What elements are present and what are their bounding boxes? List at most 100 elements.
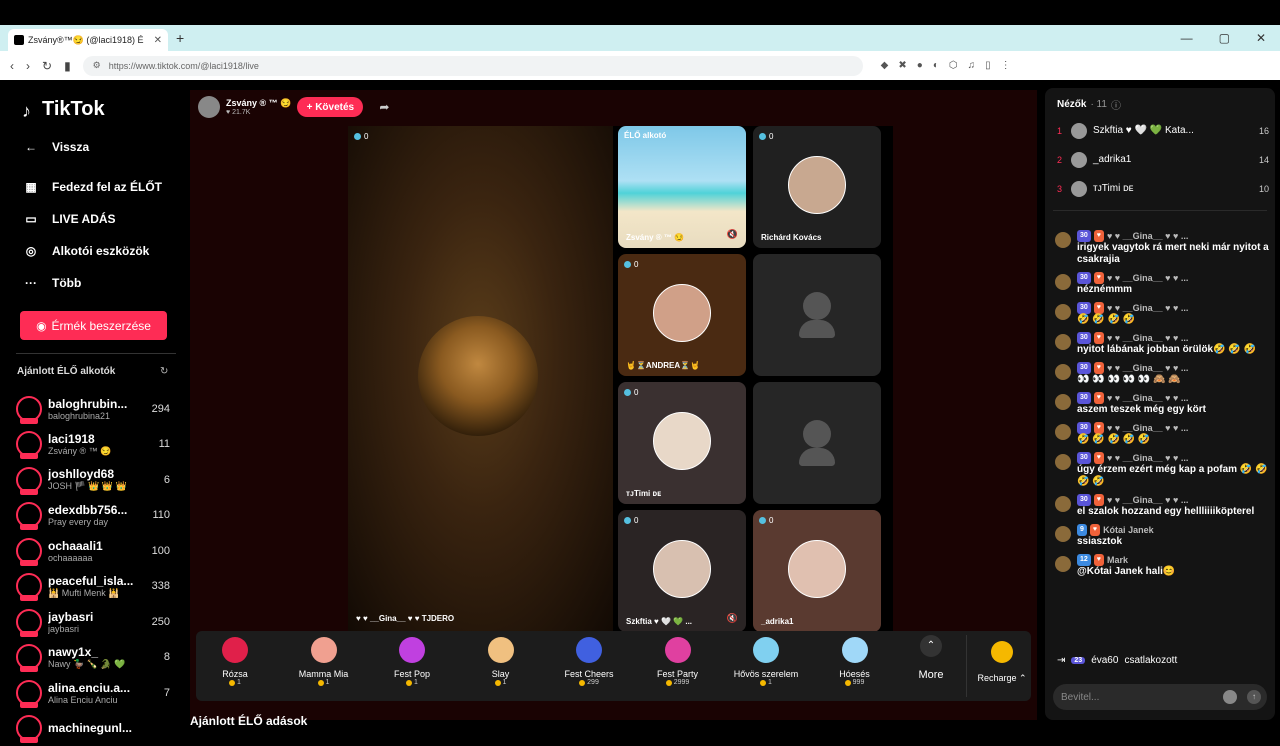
site-info-icon[interactable]: ⚙ [93,60,101,71]
guest-tile[interactable]: 0 Richárd Kovács [753,126,881,248]
username[interactable]: ♥ ♥ __Gina__ ♥ ♥ ... [1107,422,1188,434]
extension-icon[interactable]: ● [917,60,923,71]
share-icon[interactable]: ➦ [379,100,389,114]
viewer-count: 338 [152,580,170,592]
user-avatar[interactable] [1055,274,1071,290]
gift-icon [576,637,602,663]
creator-item[interactable]: peaceful_isla... 🕌 Mufti Menk 🕌 338 [16,569,176,605]
creator-item[interactable]: baloghrubin... baloghrubina21 294 [16,391,176,427]
user-avatar[interactable] [1055,304,1071,320]
forward-icon[interactable]: › [26,59,30,73]
user-avatar[interactable] [1055,334,1071,350]
guest-tile[interactable]: 0 Szkftia ♥ 🤍 💚 ... 🔇 [618,510,746,632]
address-bar[interactable]: ⚙ https://www.tiktok.com/@laci1918/live [83,56,863,76]
username[interactable]: ♥ ♥ __Gina__ ♥ ♥ ... [1107,494,1188,506]
gift-name: Rózsa [196,669,274,679]
guest-tile-host[interactable]: ÉLŐ alkotó Zsvány ® ™ 😏 🔇 [618,126,746,248]
user-avatar[interactable] [1055,526,1071,542]
minimize-icon[interactable]: — [1181,31,1193,45]
joined-user[interactable]: éva60 [1091,655,1118,666]
empty-guest-slot[interactable] [753,254,881,376]
main-guest-tile[interactable]: 0 ♥ ♥ __Gina__ ♥ ♥ TJDERO [348,126,613,631]
user-avatar[interactable] [1055,394,1071,410]
tiktok-logo[interactable]: ♪ TikTok [22,98,105,121]
close-tab-icon[interactable]: ✕ [154,35,162,46]
person-placeholder-body [799,320,835,338]
info-icon[interactable]: ⓘ [1111,97,1121,112]
chat-input[interactable]: Bevitel... ↑ [1053,684,1267,710]
bookmark-icon[interactable]: ▮ [64,59,71,73]
menu-icon[interactable]: ⋮ [1001,60,1011,71]
username[interactable]: ♥ ♥ __Gina__ ♥ ♥ ... [1107,272,1188,284]
username[interactable]: Mark [1107,554,1128,566]
refresh-icon[interactable]: ↻ [160,366,168,377]
user-avatar[interactable] [1055,424,1071,440]
user-avatar[interactable] [1055,454,1071,470]
user-avatar[interactable] [1055,232,1071,248]
extension-icon[interactable]: ✖ [898,60,906,71]
gift-price-value: 1 [503,679,507,686]
user-avatar[interactable] [1055,556,1071,572]
back-icon[interactable]: ‹ [10,59,14,73]
user-avatar[interactable] [1055,496,1071,512]
send-icon[interactable]: ↑ [1247,690,1261,704]
sidebar-icon[interactable]: ▯ [985,60,991,71]
gift-item[interactable]: Hóesés 999 [816,637,894,686]
creator-item[interactable]: alina.enciu.a... Alina Enciu Anciu 7 [16,675,176,711]
nav-explore-live[interactable]: ▦ Fedezd fel az ÉLŐT [22,171,162,203]
maximize-icon[interactable]: ▢ [1219,31,1230,45]
more-gifts-button[interactable]: ⌃ More [911,635,951,681]
guest-tile[interactable]: 0 🤘⏳ANDREA⏳🤘 [618,254,746,376]
username[interactable]: ♥ ♥ __Gina__ ♥ ♥ ... [1107,362,1188,374]
music-icon[interactable]: ♫ [968,60,976,71]
host-avatar[interactable] [198,96,220,118]
user-avatar[interactable] [1055,364,1071,380]
gift-item[interactable]: Fest Party 2999 [639,637,717,686]
username[interactable]: ♥ ♥ __Gina__ ♥ ♥ ... [1107,302,1188,314]
extension-icon[interactable]: ◆ [881,60,889,71]
reload-icon[interactable]: ↻ [42,59,52,73]
gift-item[interactable]: Fest Cheers 299 [550,637,628,686]
extension-icon[interactable]: ⬡ [949,60,958,71]
new-tab-icon[interactable]: + [176,30,184,46]
close-window-icon[interactable]: ✕ [1256,31,1266,45]
top-viewer-row[interactable]: 3 ᴛᴊTimi ᴅᴇ 10 [1057,174,1269,203]
tiktok-favicon-icon [14,35,24,45]
empty-guest-slot[interactable] [753,382,881,504]
gift-item[interactable]: Rózsa 1 [196,637,274,686]
nav-creator-tools[interactable]: ◎ Alkotói eszközök [22,235,162,267]
host-name[interactable]: Zsvány ® ™ 😏 [226,98,291,109]
creator-item[interactable]: nawy1x_ Nawy 🦆 🍾 🐊 💚 8 [16,640,176,676]
creator-subtitle: Zsvány ® ™ 😏 [48,446,138,457]
gift-item[interactable]: Hővös szerelem 1 [727,637,805,686]
username[interactable]: ♥ ♥ __Gina__ ♥ ♥ ... [1107,230,1188,242]
nav-more[interactable]: ··· Több [22,267,162,299]
nav-back[interactable]: ← Vissza [22,131,89,163]
creator-item[interactable]: laci1918 Zsvány ® ™ 😏 11 [16,427,176,463]
username[interactable]: ♥ ♥ __Gina__ ♥ ♥ ... [1107,452,1188,464]
guest-tile[interactable]: 0 _adrika1 [753,510,881,632]
top-viewer-row[interactable]: 1 Szkftia ♥ 🤍 💚 Kata... 16 [1057,116,1269,145]
username[interactable]: Kótai Janek [1103,524,1154,536]
top-viewer-row[interactable]: 2 _adrika1 14 [1057,145,1269,174]
creator-item[interactable]: jaybasri jaybasri 250 [16,604,176,640]
creator-item[interactable]: edexdbb756... Pray every day 110 [16,498,176,534]
username[interactable]: ♥ ♥ __Gina__ ♥ ♥ ... [1107,332,1188,344]
recharge-button[interactable]: Recharge ⌃ [974,641,1030,684]
follow-button[interactable]: + Követés [297,97,363,117]
creator-item[interactable]: ochaaali1 ochaaaaaa 100 [16,533,176,569]
browser-tab[interactable]: Zsvány®™😏 (@laci1918) É ✕ [8,29,168,51]
gift-item[interactable]: Fest Pop 1 [373,637,451,686]
guest-tile[interactable]: 0 ᴛᴊTimi ᴅᴇ [618,382,746,504]
creator-item[interactable]: machinegunl... [16,711,176,746]
get-coins-button[interactable]: ◉ Érmék beszerzése [20,311,167,340]
emoji-icon[interactable] [1223,690,1237,704]
username[interactable]: ♥ ♥ __Gina__ ♥ ♥ ... [1107,392,1188,404]
gift-item[interactable]: Mamma Mia 1 [285,637,363,686]
live-badge [20,737,38,743]
extension-icon[interactable]: ◐ [933,60,939,71]
nav-go-live[interactable]: ▭ LIVE ADÁS [22,203,162,235]
coin-icon [991,641,1013,663]
gift-item[interactable]: Slay 1 [462,637,540,686]
creator-item[interactable]: joshlloyd68 JOSH 🏴 👑 👑 👑 6 [16,462,176,498]
